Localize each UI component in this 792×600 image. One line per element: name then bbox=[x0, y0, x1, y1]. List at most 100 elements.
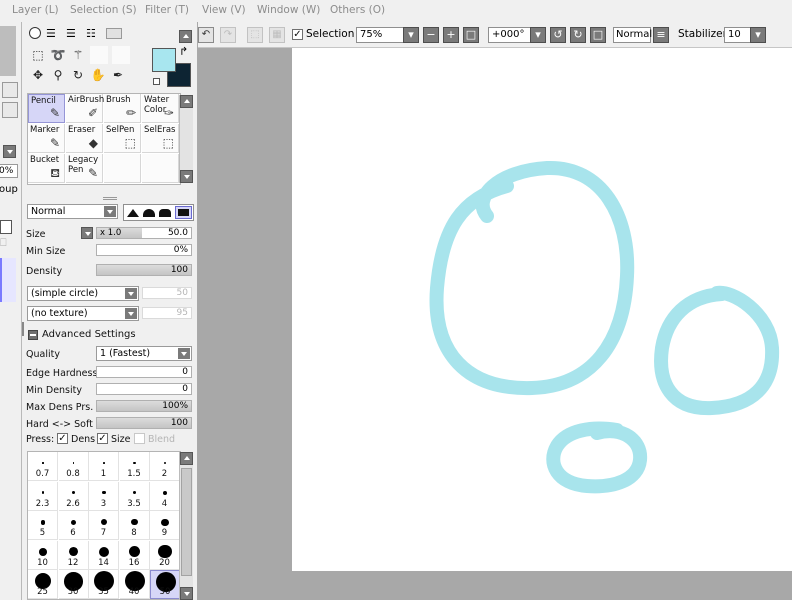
size-preset-35[interactable]: 35 bbox=[89, 570, 119, 600]
layout-3-icon[interactable]: ☷ bbox=[86, 28, 96, 39]
drawing-canvas[interactable] bbox=[292, 48, 792, 571]
magic-wand-icon[interactable]: ⚚ bbox=[71, 48, 85, 62]
size-preset-50[interactable]: 50 bbox=[150, 570, 180, 600]
size-preset-2-6[interactable]: 2.6 bbox=[58, 481, 89, 511]
swap-colors-icon[interactable]: ↱ bbox=[179, 46, 188, 57]
zoom-in-icon[interactable]: + bbox=[443, 27, 459, 43]
size-scroll-thumb[interactable] bbox=[181, 468, 192, 576]
size-preset-1-5[interactable]: 1.5 bbox=[119, 452, 150, 481]
collapse-tools-button[interactable] bbox=[179, 30, 192, 43]
view-blend-select[interactable]: Normal bbox=[613, 27, 652, 43]
brush-airbrush[interactable]: AirBrush ✐ bbox=[66, 94, 104, 123]
brush-seleras[interactable]: SelEras ⬚ bbox=[142, 124, 179, 153]
brush-legacy-pen[interactable]: Legacy Pen ✎ bbox=[66, 154, 103, 183]
layer-visibility-box[interactable] bbox=[0, 220, 12, 234]
press-blend-checkbox[interactable] bbox=[134, 433, 145, 444]
brush-shape-sharp-icon[interactable] bbox=[127, 209, 139, 217]
layer-row-selected[interactable] bbox=[0, 258, 16, 302]
size-preset-0-7[interactable]: 0.7 bbox=[28, 452, 58, 481]
size-preset-12[interactable]: 12 bbox=[58, 540, 89, 570]
edge-hardness-slider[interactable]: 0 bbox=[96, 366, 192, 378]
hard-soft-slider[interactable]: 100 bbox=[96, 417, 192, 429]
size-preset-4[interactable]: 4 bbox=[150, 481, 180, 511]
invert-selection-icon[interactable]: ▦ bbox=[269, 27, 285, 43]
menu-filter[interactable]: Filter (T) bbox=[145, 4, 189, 16]
eyedropper-icon[interactable]: ✒ bbox=[111, 68, 125, 82]
size-preset-14[interactable]: 14 bbox=[89, 540, 119, 570]
size-preset-2[interactable]: 2 bbox=[150, 452, 180, 481]
brush-shape-square-icon[interactable] bbox=[175, 206, 192, 219]
press-dens-checkbox[interactable]: ✓ bbox=[57, 433, 68, 444]
brush-shape-select[interactable]: (simple circle) bbox=[27, 286, 139, 301]
brush-empty-slot[interactable] bbox=[104, 154, 141, 183]
canvas-viewport[interactable] bbox=[198, 48, 792, 600]
stabilizer-dropdown-icon[interactable]: ▾ bbox=[750, 27, 766, 43]
brush-shape-flat-icon[interactable] bbox=[159, 209, 171, 217]
size-grid-scrollbar[interactable] bbox=[179, 452, 193, 600]
move-icon[interactable]: ✥ bbox=[31, 68, 45, 82]
menu-window[interactable]: Window (W) bbox=[257, 4, 320, 16]
scroll-up-button[interactable] bbox=[180, 95, 193, 108]
brush-selpen[interactable]: SelPen ⬚ bbox=[104, 124, 141, 153]
zoom-icon[interactable]: ⚲ bbox=[51, 68, 65, 82]
size-preset-3-5[interactable]: 3.5 bbox=[119, 481, 150, 511]
layer-mode-dropdown[interactable] bbox=[3, 145, 16, 158]
size-preset-1[interactable]: 1 bbox=[89, 452, 119, 481]
lasso-icon[interactable]: ➰ bbox=[51, 48, 66, 62]
advanced-settings-label[interactable]: Advanced Settings bbox=[42, 329, 136, 340]
brush-grid-scrollbar[interactable] bbox=[179, 95, 193, 183]
rotation-dropdown-icon[interactable]: ▾ bbox=[530, 27, 546, 43]
size-preset-5[interactable]: 5 bbox=[28, 511, 58, 541]
reset-colors-icon[interactable] bbox=[153, 78, 160, 85]
rotate-icon[interactable]: ↻ bbox=[71, 68, 85, 82]
press-size-checkbox[interactable]: ✓ bbox=[97, 433, 108, 444]
size-preset-30[interactable]: 30 bbox=[58, 570, 89, 600]
panel-splitter[interactable] bbox=[103, 197, 117, 200]
size-slider[interactable]: x 1.0 50.0 bbox=[96, 227, 192, 239]
min-size-slider[interactable]: 0% bbox=[96, 244, 192, 256]
size-preset-16[interactable]: 16 bbox=[119, 540, 150, 570]
rotation-reset-icon[interactable]: □ bbox=[590, 27, 606, 43]
layer-lock-icon[interactable]: ⎕ bbox=[0, 236, 10, 256]
undo-icon[interactable]: ↶ bbox=[198, 27, 214, 43]
size-preset-9[interactable]: 9 bbox=[150, 511, 180, 541]
size-preset-10[interactable]: 10 bbox=[28, 540, 58, 570]
layer-button-2[interactable] bbox=[2, 102, 18, 118]
zoom-out-icon[interactable]: − bbox=[423, 27, 439, 43]
deselect-icon[interactable]: ⬚ bbox=[247, 27, 263, 43]
layer-button[interactable] bbox=[2, 82, 18, 98]
brush-blend-mode-select[interactable]: Normal bbox=[27, 204, 118, 219]
menu-view[interactable]: View (V) bbox=[202, 4, 246, 16]
zoom-reset-icon[interactable]: □ bbox=[463, 27, 479, 43]
brush-marker[interactable]: Marker ✎ bbox=[28, 124, 65, 153]
brush-empty-slot-2[interactable] bbox=[142, 154, 179, 183]
size-preset-3[interactable]: 3 bbox=[89, 481, 119, 511]
brush-brush[interactable]: Brush ✏ bbox=[104, 94, 141, 123]
brush-pencil[interactable]: Pencil ✎ bbox=[28, 94, 65, 123]
rect-select-icon[interactable]: ⬚ bbox=[31, 48, 45, 62]
brush-shape-round-icon[interactable] bbox=[143, 209, 155, 217]
round-brush-shape-icon[interactable] bbox=[29, 27, 41, 39]
size-preset-7[interactable]: 7 bbox=[89, 511, 119, 541]
layout-2-icon[interactable]: ☰ bbox=[66, 28, 76, 39]
layout-4-icon[interactable] bbox=[106, 28, 122, 39]
size-preset-8[interactable]: 8 bbox=[119, 511, 150, 541]
primary-color-swatch[interactable] bbox=[152, 48, 176, 72]
brush-watercolor[interactable]: Water Color ✑ bbox=[142, 94, 179, 123]
zoom-dropdown-icon[interactable]: ▾ bbox=[403, 27, 419, 43]
selection-checkbox[interactable]: ✓ bbox=[292, 29, 303, 40]
opacity-field[interactable]: 0% bbox=[0, 164, 18, 178]
quality-select[interactable]: 1 (Fastest) bbox=[96, 346, 192, 361]
flip-view-icon[interactable]: ≡ bbox=[653, 27, 669, 43]
rotate-cw-icon[interactable]: ↻ bbox=[570, 27, 586, 43]
menu-layer[interactable]: Layer (L) bbox=[12, 4, 59, 16]
rotate-ccw-icon[interactable]: ↺ bbox=[550, 27, 566, 43]
density-slider[interactable]: 100 bbox=[96, 264, 192, 276]
size-preset-25[interactable]: 25 bbox=[28, 570, 58, 600]
collapse-advanced-icon[interactable] bbox=[28, 330, 38, 340]
menu-selection[interactable]: Selection (S) bbox=[70, 4, 137, 16]
size-preset-0-8[interactable]: 0.8 bbox=[58, 452, 89, 481]
menu-others[interactable]: Others (O) bbox=[330, 4, 385, 16]
size-scroll-up-button[interactable] bbox=[180, 452, 193, 465]
size-scroll-down-button[interactable] bbox=[180, 587, 193, 600]
